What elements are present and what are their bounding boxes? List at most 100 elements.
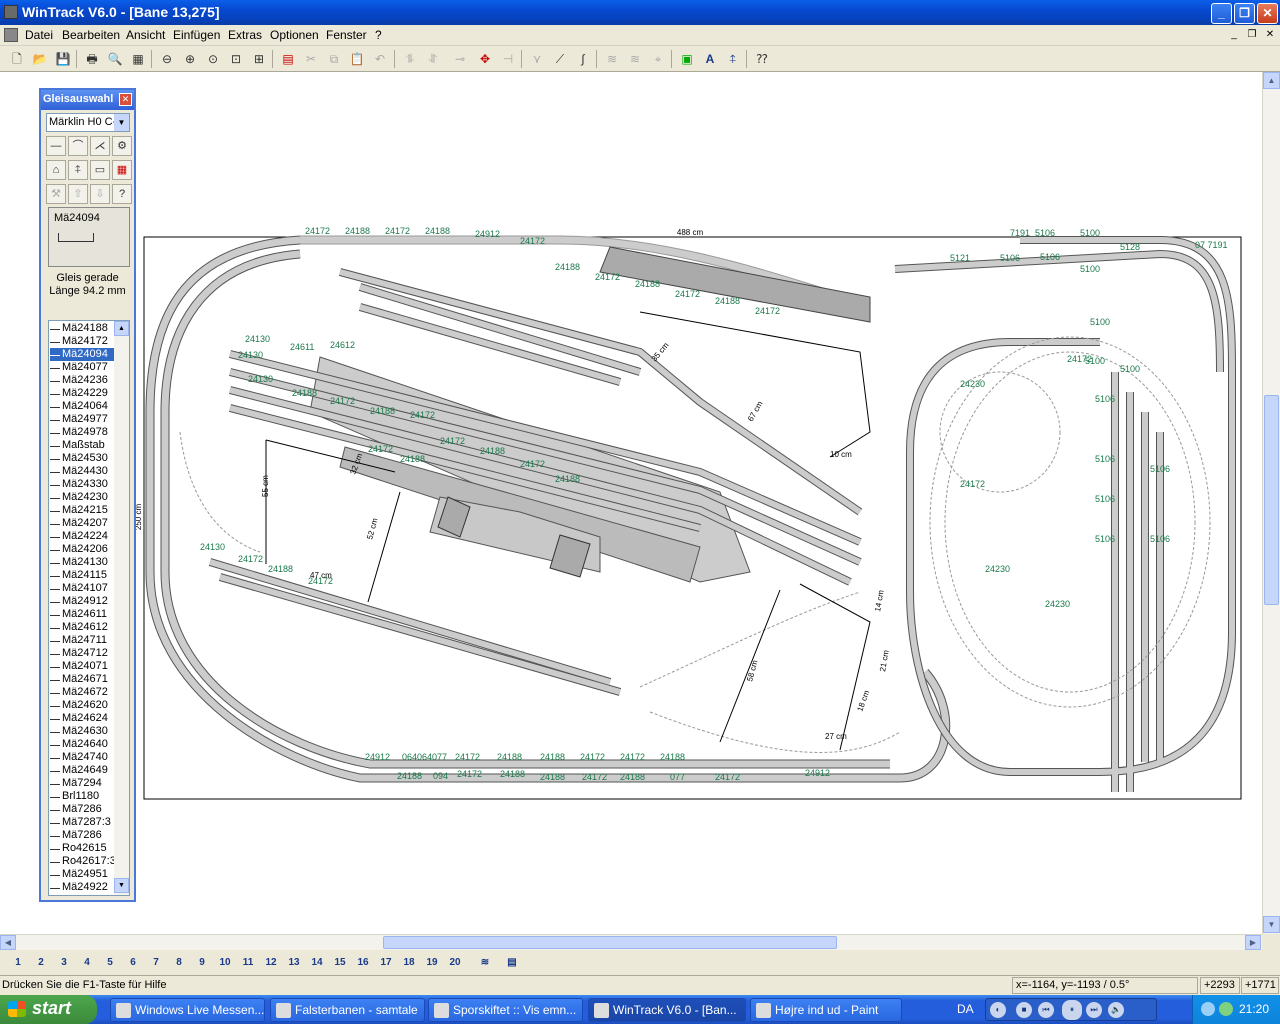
layer-button[interactable]: 18 xyxy=(399,954,419,972)
layer-button[interactable]: 2 xyxy=(31,954,51,972)
locomotive-icon[interactable]: ▦ xyxy=(112,160,132,180)
flex2-icon[interactable]: ≋ xyxy=(626,50,644,68)
open-folder-icon[interactable]: 📂 xyxy=(31,50,49,68)
list-item[interactable]: Mä24130 xyxy=(50,556,114,569)
align-icon[interactable]: ⊣ xyxy=(499,50,517,68)
layer-button[interactable]: 19 xyxy=(422,954,442,972)
list-item[interactable]: Mä24977 xyxy=(50,413,114,426)
layer-button[interactable]: 3 xyxy=(54,954,74,972)
list-item[interactable]: Mä24711 xyxy=(50,634,114,647)
track-library-icon[interactable]: ▤ xyxy=(279,50,297,68)
zoom-all-icon[interactable]: ⊞ xyxy=(250,50,268,68)
chevron-down-icon[interactable]: ▼ xyxy=(114,114,129,131)
signal-post-icon[interactable]: ⍏ xyxy=(68,160,88,180)
scroll-right-icon[interactable]: ▶ xyxy=(1245,935,1261,950)
menu-ansicht[interactable]: Ansicht xyxy=(126,28,165,42)
flex-icon[interactable]: ≋ xyxy=(603,50,621,68)
list-item[interactable]: Mä24236 xyxy=(50,374,114,387)
layer-button[interactable]: 9 xyxy=(192,954,212,972)
menu-bearbeiten[interactable]: Bearbeiten xyxy=(62,28,120,42)
layer-button[interactable]: 12 xyxy=(261,954,281,972)
taskbar-button[interactable]: WinTrack V6.0 - [Ban... xyxy=(588,998,746,1022)
tools-icon[interactable]: ⚒ xyxy=(46,184,66,204)
help-icon[interactable]: ? xyxy=(112,184,132,204)
layer-button[interactable]: 8 xyxy=(169,954,189,972)
new-file-icon[interactable]: 🗋 xyxy=(8,50,26,68)
paste-icon[interactable]: 📋 xyxy=(348,50,366,68)
all-layers-icon[interactable]: ≋ xyxy=(475,954,495,972)
layer-button[interactable]: 13 xyxy=(284,954,304,972)
list-item[interactable]: Mä24115 xyxy=(50,569,114,582)
list-scroll-up-icon[interactable]: ▲ xyxy=(114,321,129,336)
print-preview-icon[interactable]: 🔍 xyxy=(106,50,124,68)
list-item[interactable]: Mä24224 xyxy=(50,530,114,543)
turntable-icon[interactable]: ⚙ xyxy=(112,136,132,156)
doc-restore-button[interactable]: ❐ xyxy=(1244,28,1260,42)
list-item[interactable]: Maßstab xyxy=(50,439,114,452)
list-item[interactable]: Mä24107 xyxy=(50,582,114,595)
list-item[interactable]: Mä24230 xyxy=(50,491,114,504)
text-tool-icon[interactable]: A xyxy=(701,50,719,68)
copy-icon[interactable]: ⧉ xyxy=(325,50,343,68)
list-item[interactable]: Mä24229 xyxy=(50,387,114,400)
list-item[interactable]: Ro42615 xyxy=(50,842,114,855)
track-mirror-icon[interactable]: ⥯ xyxy=(424,50,442,68)
list-item[interactable]: Mä24624 xyxy=(50,712,114,725)
zoom-out-icon[interactable]: ⊖ xyxy=(158,50,176,68)
track-list-scrollbar[interactable]: ▲ ▼ xyxy=(114,321,129,895)
list-item[interactable]: Mä24612 xyxy=(50,621,114,634)
connect-icon[interactable]: ⊸ xyxy=(451,50,469,68)
vertical-scrollbar[interactable]: ▲ ▼ xyxy=(1262,72,1280,934)
layer-button[interactable]: 16 xyxy=(353,954,373,972)
media-pause-icon[interactable]: ⏸ xyxy=(1062,1000,1082,1020)
list-item[interactable]: Mä24922 xyxy=(50,881,114,894)
minimize-button[interactable]: _ xyxy=(1211,3,1232,24)
signal-icon[interactable]: ⍏ xyxy=(724,50,742,68)
taskbar-button[interactable]: Højre ind ud - Paint xyxy=(750,998,902,1022)
list-item[interactable]: Mä24071 xyxy=(50,660,114,673)
list-item[interactable]: Mä7294 xyxy=(50,777,114,790)
list-item[interactable]: Mä7287:3 xyxy=(50,816,114,829)
move-down-icon[interactable]: ⇩ xyxy=(90,184,110,204)
list-item[interactable]: Mä24951 xyxy=(50,868,114,881)
move-up-icon[interactable]: ⇧ xyxy=(68,184,88,204)
catalog-select[interactable]: Märklin H0 C- ▼ xyxy=(46,113,130,132)
straight-track-icon[interactable]: — xyxy=(46,136,66,156)
layer-settings-icon[interactable]: ▤ xyxy=(502,954,522,972)
list-item[interactable]: Mä24206 xyxy=(50,543,114,556)
list-item[interactable]: Mä24207 xyxy=(50,517,114,530)
menu-optionen[interactable]: Optionen xyxy=(270,28,319,42)
list-item[interactable]: Mä24188 xyxy=(50,322,114,335)
taskbar-button[interactable]: Windows Live Messen... xyxy=(110,998,265,1022)
save-icon[interactable]: 💾 xyxy=(54,50,72,68)
layer-button[interactable]: 14 xyxy=(307,954,327,972)
list-item[interactable]: Mä24740 xyxy=(50,751,114,764)
menu-fenster[interactable]: Fenster xyxy=(326,28,367,42)
image-export-icon[interactable]: ▦ xyxy=(129,50,147,68)
zoom-window-icon[interactable]: ⊙ xyxy=(204,50,222,68)
print-icon[interactable]: 🖶 xyxy=(83,50,101,68)
layer-button[interactable]: 1 xyxy=(8,954,28,972)
close-button[interactable]: ✕ xyxy=(1257,3,1278,24)
scroll-up-icon[interactable]: ▲ xyxy=(1263,72,1280,89)
cut-icon[interactable]: ✂ xyxy=(302,50,320,68)
curve-track-icon[interactable]: ⌒ xyxy=(68,136,88,156)
media-next-icon[interactable]: ⏭ xyxy=(1086,1002,1102,1018)
media-prev-icon[interactable]: ⏮ xyxy=(1038,1002,1054,1018)
media-stop-icon[interactable]: ■ xyxy=(1016,1002,1032,1018)
track-flip-icon[interactable]: ⥮ xyxy=(401,50,419,68)
language-indicator[interactable]: DA xyxy=(957,1002,974,1016)
list-item[interactable]: Mä7286 xyxy=(50,829,114,842)
track-plan[interactable]: 488 cm 250 cm 24172 24188 24172 24188 24… xyxy=(0,72,1262,934)
menu-help[interactable]: ? xyxy=(375,28,382,42)
layer-button[interactable]: 11 xyxy=(238,954,258,972)
palette-close-icon[interactable]: ✕ xyxy=(119,93,132,106)
layer-button[interactable]: 4 xyxy=(77,954,97,972)
list-item[interactable]: Mä24712 xyxy=(50,647,114,660)
landscape-icon[interactable]: ▣ xyxy=(678,50,696,68)
context-help-icon[interactable]: ⁇ xyxy=(753,50,771,68)
menu-einfuegen[interactable]: Einfügen xyxy=(173,28,220,42)
list-item[interactable]: Brl1180 xyxy=(50,790,114,803)
platform-icon[interactable]: ▭ xyxy=(90,160,110,180)
start-button[interactable]: start xyxy=(0,995,97,1024)
